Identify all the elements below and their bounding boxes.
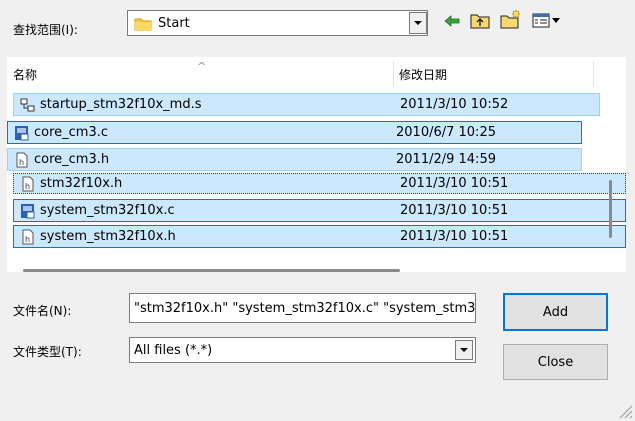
h-file-icon: h <box>22 176 34 191</box>
file-row[interactable]: h system_stm32f10x.h 2011/3/10 10:51 <box>13 225 626 248</box>
file-date: 2011/3/10 10:52 <box>400 97 509 112</box>
file-name-cell: system_stm32f10x.c <box>20 203 175 219</box>
file-name: system_stm32f10x.h <box>40 229 176 244</box>
h-file-icon: h <box>22 229 34 244</box>
filetype-label: 文件类型(T): <box>13 345 82 359</box>
svg-text:h: h <box>19 158 24 167</box>
close-button[interactable]: Close <box>503 344 608 380</box>
resize-grip-icon[interactable] <box>617 403 633 419</box>
file-name-cell: h stm32f10x.h <box>20 176 122 192</box>
column-divider <box>593 61 594 87</box>
filename-label: 文件名(N): <box>13 304 72 318</box>
svg-text:h: h <box>25 235 30 244</box>
file-date: 2010/6/7 10:25 <box>396 125 496 140</box>
file-row[interactable]: core_cm3.c 2010/6/7 10:25 <box>7 121 582 144</box>
file-date: 2011/3/10 10:51 <box>400 229 509 244</box>
file-date: 2011/2/9 14:59 <box>396 152 496 167</box>
svg-text:h: h <box>25 182 30 191</box>
look-in-value: Start <box>158 15 190 31</box>
filetype-value: All files (*.*) <box>134 342 213 358</box>
look-in-label: 查找范围(I): <box>13 23 78 37</box>
column-header-modified[interactable]: 修改日期 <box>399 57 589 87</box>
file-date: 2011/3/10 10:51 <box>400 203 509 218</box>
new-folder-icon[interactable] <box>500 9 522 29</box>
sort-arrow-icon: ^ <box>197 60 207 73</box>
filename-input[interactable]: "stm32f10x.h" "system_stm32f10x.c" "syst… <box>129 293 476 323</box>
file-name: core_cm3.h <box>34 152 110 167</box>
file-name: core_cm3.c <box>34 125 109 140</box>
c-file-icon <box>21 203 35 218</box>
file-row[interactable]: startup_stm32f10x_md.s 2011/3/10 10:52 <box>13 93 600 116</box>
file-name: stm32f10x.h <box>40 176 123 191</box>
filetype-select[interactable]: All files (*.*) <box>129 337 476 363</box>
file-name-cell: core_cm3.c <box>14 125 108 141</box>
file-list[interactable]: 名称 ^ 修改日期 startup_stm32f10x_md.s 2011/3/… <box>7 57 626 272</box>
file-row[interactable]: h stm32f10x.h 2011/3/10 10:51 <box>13 173 626 194</box>
folder-icon <box>134 16 152 34</box>
horizontal-scrollbar[interactable] <box>23 269 400 272</box>
file-row[interactable]: h core_cm3.h 2011/2/9 14:59 <box>7 148 582 171</box>
column-modified-label: 修改日期 <box>399 68 448 82</box>
look-in-dropdown-button[interactable] <box>409 12 427 34</box>
asm-file-icon <box>20 98 35 111</box>
file-name: system_stm32f10x.c <box>40 203 175 218</box>
file-row[interactable]: system_stm32f10x.c 2011/3/10 10:51 <box>13 199 626 222</box>
back-icon[interactable] <box>441 11 463 31</box>
view-menu-icon[interactable] <box>530 10 564 30</box>
up-folder-icon[interactable] <box>469 10 491 30</box>
vertical-scrollbar[interactable] <box>609 180 612 238</box>
look-in-combo[interactable]: Start <box>127 10 428 36</box>
h-file-icon: h <box>16 152 28 167</box>
c-file-icon <box>15 125 29 140</box>
column-name-label: 名称 <box>13 68 38 82</box>
file-date: 2011/3/10 10:51 <box>400 176 509 191</box>
file-name: startup_stm32f10x_md.s <box>40 97 202 112</box>
chevron-down-icon[interactable] <box>455 340 473 360</box>
file-name-cell: h system_stm32f10x.h <box>20 229 176 245</box>
add-button[interactable]: Add <box>503 293 608 331</box>
column-divider <box>393 61 394 87</box>
file-name-cell: startup_stm32f10x_md.s <box>20 97 201 113</box>
file-name-cell: h core_cm3.h <box>14 152 109 168</box>
